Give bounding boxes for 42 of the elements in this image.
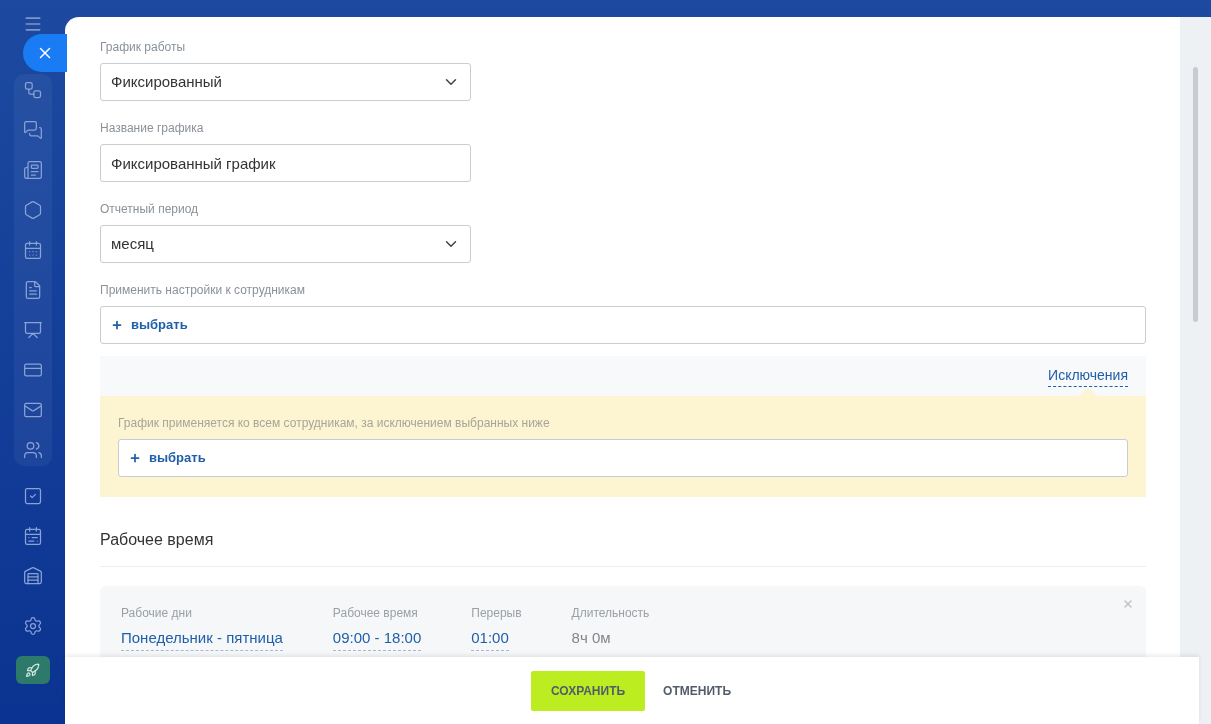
field-label: Отчетный период (100, 201, 200, 218)
rocket-icon (25, 662, 40, 678)
mail-icon[interactable] (22, 400, 43, 420)
exceptions-note: График применяется ко всем сотрудникам, за исключением выбранных ниже (118, 415, 551, 432)
select-link[interactable]: выбрать (131, 315, 188, 335)
column-label: Рабочее время (332, 605, 419, 622)
column-label: Рабочие дни (121, 605, 193, 622)
select-link[interactable]: выбрать (149, 448, 206, 468)
task-icon[interactable] (22, 486, 43, 506)
field-label: Название графика (100, 120, 205, 137)
selector-field[interactable]: выбрать (100, 306, 1146, 344)
dropdown[interactable]: Фиксированный (100, 63, 471, 101)
exceptions-tab[interactable]: Исключения (1048, 365, 1128, 387)
save-button[interactable]: СОХРАНИТЬ (531, 670, 646, 711)
warehouse-icon[interactable] (22, 566, 43, 586)
duration-value: 8ч 0м (571, 628, 612, 648)
cancel-button[interactable]: ОТМЕНИТЬ (661, 670, 733, 711)
value-link[interactable]: Понедельник - пятница (121, 627, 283, 651)
column-label: Длительность (571, 605, 650, 622)
rocket-button[interactable] (15, 656, 50, 684)
field-label: График работы (100, 39, 187, 56)
people-icon[interactable] (22, 440, 43, 460)
value-link[interactable]: 01:00 (471, 627, 509, 651)
value-link[interactable]: 09:00 - 18:00 (332, 627, 422, 651)
schedule-icon[interactable] (22, 526, 43, 546)
column-label: Перерыв (471, 605, 522, 622)
settings-icon[interactable] (22, 616, 43, 636)
chat-icon[interactable] (22, 120, 43, 140)
hexagon-icon[interactable] (22, 200, 43, 220)
plus-icon (129, 452, 141, 464)
flow-icon[interactable] (22, 80, 43, 100)
presentation-icon[interactable] (22, 320, 43, 340)
section-title: Рабочее время (100, 531, 214, 548)
calendar-icon[interactable] (22, 240, 43, 260)
plus-icon (111, 319, 123, 331)
input-field[interactable]: Фиксированный график (100, 144, 471, 182)
selector-field[interactable]: выбрать (118, 439, 1128, 477)
scrollbar-thumb[interactable] (1193, 67, 1198, 322)
dropdown[interactable]: месяц (100, 225, 471, 263)
close-button[interactable] (23, 34, 67, 72)
news-icon[interactable] (22, 160, 43, 180)
field-label: Применить настройки к сотрудникам (100, 282, 306, 299)
